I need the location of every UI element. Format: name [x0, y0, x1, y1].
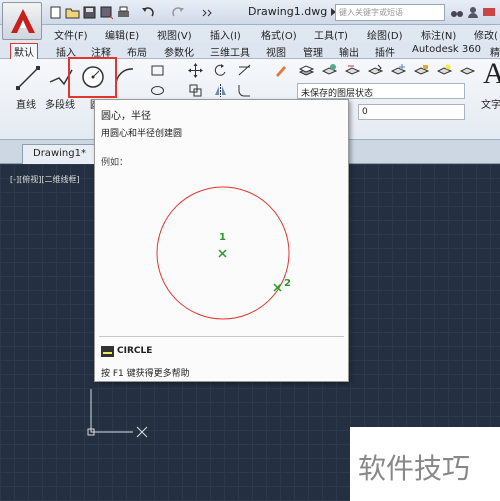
menu-bar: 文件(F) 编辑(E) 视图(V) 插入(I) 格式(O) 工具(T) 绘图(D…	[0, 25, 500, 42]
binoculars-icon[interactable]	[450, 5, 464, 19]
menu-edit[interactable]: 编辑(E)	[105, 27, 139, 42]
tooltip-description: 用圆心和半径创建圆	[101, 129, 183, 139]
menu-file[interactable]: 文件(F)	[54, 27, 88, 42]
layer-properties-icon[interactable]	[299, 63, 314, 78]
menu-view[interactable]: 视图(V)	[157, 27, 192, 42]
ucs-icon	[87, 389, 148, 438]
document-tab[interactable]: Drawing1*	[22, 144, 97, 164]
layer-previous-icon[interactable]	[368, 63, 383, 78]
erase-icon[interactable]	[273, 63, 288, 78]
tab-3d-tools[interactable]: 三维工具	[210, 44, 250, 59]
redo-icon[interactable]	[171, 5, 186, 20]
undo-icon[interactable]	[140, 5, 155, 20]
menu-draw[interactable]: 绘图(D)	[367, 27, 403, 42]
point-1-label: 1	[219, 232, 226, 243]
point-2-label: 2	[284, 278, 291, 289]
tooltip-example-label: 例如：	[101, 158, 129, 168]
tab-parametric[interactable]: 参数化	[164, 44, 194, 59]
line-tool-label[interactable]: 直线	[16, 96, 36, 111]
text-tool-label[interactable]: 文字	[481, 96, 500, 111]
layer-freeze-icon[interactable]	[391, 63, 406, 78]
tooltip-help-hint: 按 F1 键获得更多帮助	[101, 369, 190, 379]
center-point-marker	[218, 249, 227, 258]
layer-off-icon[interactable]	[437, 63, 452, 78]
watermark-box: 软件技巧	[350, 427, 500, 501]
viewport-controls-label[interactable]: [-][俯视][二维线框]	[10, 174, 80, 185]
user-icon[interactable]	[466, 5, 480, 19]
trim-icon[interactable]	[237, 63, 252, 78]
mirror-icon[interactable]	[213, 83, 228, 98]
open-folder-icon[interactable]	[65, 5, 80, 20]
move-icon[interactable]	[188, 63, 203, 78]
tab-view[interactable]: 视图	[266, 44, 286, 59]
circle-button-highlight[interactable]	[68, 57, 117, 98]
tooltip-command-name: CIRCLE	[117, 346, 153, 356]
tab-plugins[interactable]: 插件	[375, 44, 395, 59]
menu-format[interactable]: 格式(O)	[261, 27, 297, 42]
plot-icon[interactable]	[116, 5, 131, 20]
save-icon[interactable]	[82, 5, 97, 20]
watermark-text: 软件技巧	[358, 452, 471, 485]
title-bar: Drawing1.dwg 键入关键字或短语	[0, 0, 500, 25]
rectangle-icon[interactable]	[150, 63, 165, 78]
layer-state-dropdown[interactable]: 未保存的图层状态	[297, 83, 465, 99]
menu-modify[interactable]: 修改(	[474, 27, 498, 42]
layer-isolate-icon[interactable]	[322, 63, 337, 78]
qat-overflow-icon[interactable]	[200, 5, 215, 20]
tab-autodesk360[interactable]: Autodesk 360	[412, 44, 481, 55]
layer-lock-icon[interactable]	[414, 63, 429, 78]
tooltip-divider	[99, 336, 344, 337]
circle-example-illustration: 1 2	[156, 186, 291, 320]
menu-tools[interactable]: 工具(T)	[314, 27, 348, 42]
tooltip-popup: 圆心，半径 用圆心和半径创建圆 例如： 1 2 CIRCLE 按 F1 键获得更…	[94, 99, 349, 382]
autocad-logo-icon	[11, 9, 35, 33]
tab-default[interactable]: 默认	[10, 43, 38, 60]
tooltip-title: 圆心，半径	[101, 111, 151, 122]
tab-layout[interactable]: 布局	[127, 44, 147, 59]
layer-walk-icon[interactable]	[460, 63, 475, 78]
current-layer-dropdown[interactable]: 0	[358, 104, 465, 120]
fillet-icon[interactable]	[237, 83, 252, 98]
document-title: Drawing1.dwg	[248, 5, 328, 18]
save-as-icon[interactable]	[99, 5, 114, 20]
new-file-icon[interactable]	[48, 5, 63, 20]
text-tool-icon[interactable]: A	[483, 57, 500, 91]
menu-insert[interactable]: 插入(I)	[210, 27, 241, 42]
layer-match-icon[interactable]	[345, 63, 360, 78]
menu-dimension[interactable]: 标注(N)	[421, 27, 456, 42]
application-menu-button[interactable]	[2, 2, 42, 40]
polyline-tool-label[interactable]: 多段线	[45, 96, 75, 111]
ellipse-icon[interactable]	[150, 83, 165, 98]
tab-output[interactable]: 输出	[339, 44, 359, 59]
copy-icon[interactable]	[188, 83, 203, 98]
line-tool-icon[interactable]	[14, 64, 42, 92]
exchange-icon[interactable]	[482, 5, 496, 19]
tab-manage[interactable]: 管理	[303, 44, 323, 59]
rotate-icon[interactable]	[213, 63, 228, 78]
command-line-icon	[101, 346, 114, 357]
search-input[interactable]: 键入关键字或短语	[335, 4, 445, 21]
